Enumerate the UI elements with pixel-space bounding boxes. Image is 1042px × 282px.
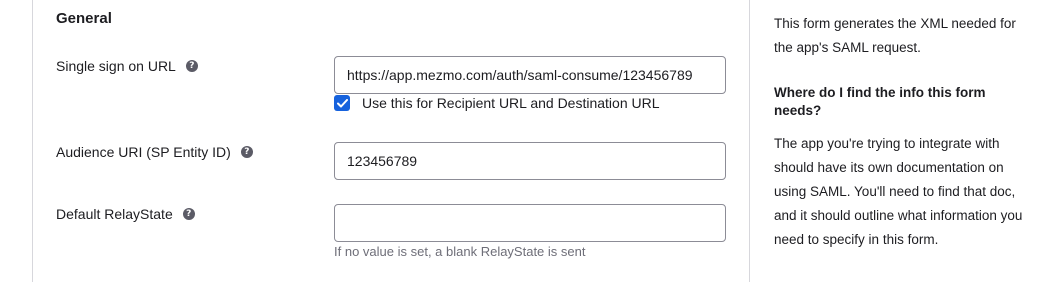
audience-uri-label-row: Audience URI (SP Entity ID) ? (56, 144, 253, 160)
saml-settings-page: General Single sign on URL ? https://app… (0, 0, 1042, 282)
relay-state-input[interactable] (334, 204, 726, 242)
sso-url-input[interactable]: https://app.mezmo.com/auth/saml-consume/… (334, 56, 726, 94)
audience-uri-input[interactable]: 123456789 (334, 142, 726, 180)
question-circle-icon[interactable]: ? (182, 208, 195, 220)
question-circle-icon[interactable]: ? (185, 60, 198, 72)
sso-url-label: Single sign on URL (56, 58, 176, 74)
audience-uri-value: 123456789 (347, 153, 418, 169)
relay-state-label-row: Default RelayState ? (56, 206, 195, 222)
recipient-checkbox-row[interactable]: Use this for Recipient URL and Destinati… (334, 95, 660, 111)
question-circle-icon[interactable]: ? (240, 146, 253, 158)
general-settings-card: General Single sign on URL ? https://app… (32, 0, 750, 282)
audience-uri-label: Audience URI (SP Entity ID) (56, 144, 231, 160)
recipient-checkbox[interactable] (334, 95, 350, 111)
help-answer: The app you're trying to integrate with … (774, 136, 1023, 247)
section-title: General (56, 10, 112, 27)
sso-url-value: https://app.mezmo.com/auth/saml-consume/… (347, 67, 693, 83)
relay-state-label: Default RelayState (56, 206, 173, 222)
sso-url-label-row: Single sign on URL ? (56, 58, 198, 74)
checkmark-icon (336, 98, 348, 107)
help-intro: This form generates the XML needed for t… (774, 16, 1016, 55)
help-question: Where do I find the info this form needs… (774, 85, 986, 118)
relay-state-hint: If no value is set, a blank RelayState i… (334, 244, 586, 259)
recipient-checkbox-label: Use this for Recipient URL and Destinati… (362, 95, 660, 111)
